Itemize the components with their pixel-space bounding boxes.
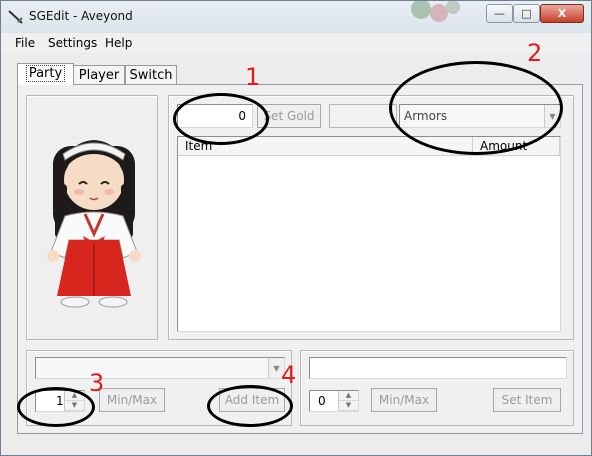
annotation-ellipse-1 bbox=[173, 93, 269, 145]
sword-icon bbox=[8, 10, 23, 24]
annotation-number-4: 4 bbox=[281, 361, 297, 389]
annotation-number-2: 2 bbox=[527, 39, 543, 67]
annotation-ellipse-3 bbox=[17, 387, 95, 427]
menu-bar: File Settings Help bbox=[1, 33, 591, 53]
annotation-ellipse-2 bbox=[389, 61, 563, 155]
menu-settings[interactable]: Settings bbox=[48, 36, 97, 50]
set-quantity-value: 0 bbox=[318, 394, 326, 408]
items-table[interactable]: Item Amount bbox=[177, 136, 561, 332]
set-item-button[interactable]: Set Item bbox=[493, 388, 561, 412]
min-max-button[interactable]: Min/Max bbox=[99, 388, 165, 412]
app-window: SGEdit - Aveyond — □ X File Settings Hel… bbox=[0, 0, 592, 456]
menu-help[interactable]: Help bbox=[105, 36, 132, 50]
window-title: SGEdit - Aveyond bbox=[29, 9, 133, 23]
title-bar[interactable]: SGEdit - Aveyond — □ X bbox=[1, 1, 591, 33]
spinner-buttons[interactable]: ▲ ▼ bbox=[338, 391, 358, 411]
annotation-number-3: 3 bbox=[89, 369, 105, 397]
annotation-number-1: 1 bbox=[245, 63, 261, 91]
close-button[interactable]: X bbox=[540, 4, 584, 23]
annotation-ellipse-4 bbox=[207, 385, 293, 427]
selected-item-field[interactable] bbox=[309, 357, 567, 379]
set-min-max-button[interactable]: Min/Max bbox=[371, 388, 437, 412]
background-decoration bbox=[411, 1, 460, 22]
blank-field bbox=[329, 104, 397, 128]
set-quantity-stepper[interactable]: 0 ▲ ▼ bbox=[309, 390, 359, 412]
portrait-panel bbox=[26, 95, 158, 340]
minimize-button[interactable]: — bbox=[486, 4, 513, 23]
character-portrait bbox=[47, 140, 141, 308]
set-item-group: 0 ▲ ▼ Min/Max Set Item bbox=[300, 350, 574, 426]
spin-down-icon[interactable]: ▼ bbox=[339, 401, 358, 411]
tab-party-label: Party bbox=[25, 65, 66, 82]
item-select-dropdown[interactable]: ▼ bbox=[35, 357, 285, 379]
tab-player[interactable]: Player bbox=[73, 65, 125, 85]
menu-file[interactable]: File bbox=[15, 36, 35, 50]
tab-switch[interactable]: Switch bbox=[125, 65, 177, 85]
spin-up-icon[interactable]: ▲ bbox=[339, 391, 358, 401]
maximize-button[interactable]: □ bbox=[513, 4, 540, 23]
tab-party[interactable]: Party bbox=[17, 63, 74, 85]
